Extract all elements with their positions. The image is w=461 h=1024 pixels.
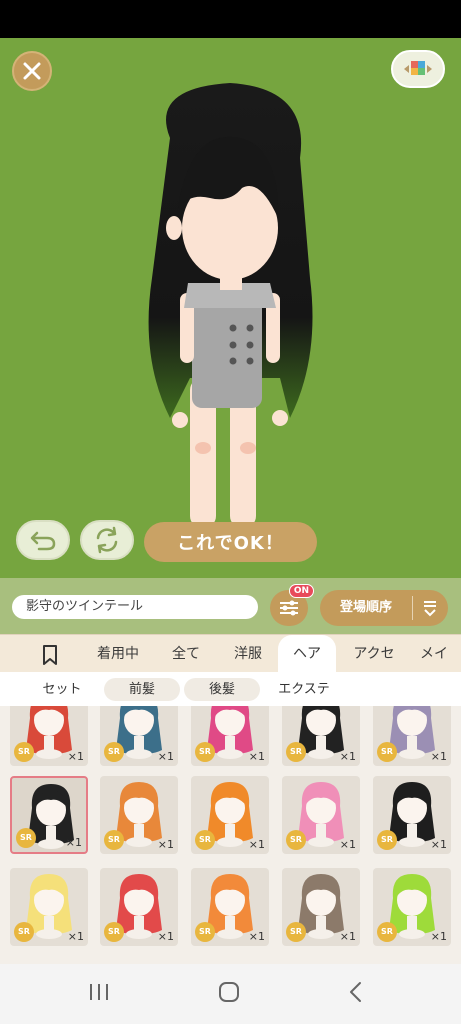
- item-quantity: ×1: [430, 838, 447, 851]
- hair-item-cell[interactable]: SR ×1: [10, 868, 88, 946]
- filter-on-badge: ON: [288, 584, 314, 598]
- avatar-character: [148, 83, 313, 551]
- rarity-badge: SR: [104, 830, 124, 850]
- subtab-set[interactable]: セット: [24, 678, 100, 701]
- system-nav-bar: [0, 964, 461, 1024]
- palette-view-icon: [404, 61, 432, 75]
- hair-item-cell[interactable]: SR ×1: [282, 776, 360, 854]
- close-button[interactable]: [12, 51, 52, 91]
- recents-icon[interactable]: [88, 980, 110, 1004]
- item-name-field: 影守のツインテール: [12, 595, 258, 619]
- item-quantity: ×1: [157, 930, 174, 943]
- rarity-badge: SR: [104, 922, 124, 942]
- view-toggle-button[interactable]: [391, 50, 445, 88]
- sort-label: 登場順序: [340, 600, 393, 615]
- tab-accessory[interactable]: アクセ: [344, 635, 404, 673]
- rarity-badge: SR: [377, 922, 397, 942]
- confirm-ok-button[interactable]: これでOK！: [144, 522, 317, 562]
- item-quantity: ×1: [248, 750, 265, 763]
- hair-item-cell[interactable]: SR ×1: [373, 776, 451, 854]
- item-quantity: ×1: [339, 750, 356, 763]
- hair-item-cell[interactable]: SR ×1: [10, 776, 88, 854]
- item-quantity: ×1: [430, 930, 447, 943]
- hair-item-cell[interactable]: SR ×1: [191, 868, 269, 946]
- item-quantity: ×1: [65, 836, 82, 849]
- back-icon[interactable]: [346, 980, 366, 1004]
- home-icon[interactable]: [217, 980, 241, 1004]
- sort-icon[interactable]: [420, 598, 440, 618]
- sort-divider: [412, 596, 413, 620]
- item-quantity: ×1: [67, 930, 84, 943]
- category-tabs: 着用中 全て 洋服 ヘア アクセ メイク: [0, 634, 461, 673]
- filter-sliders-icon: [280, 600, 298, 616]
- subtab-extension[interactable]: エクステ: [266, 678, 342, 701]
- tab-clothes[interactable]: 洋服: [222, 635, 274, 673]
- rarity-badge: SR: [195, 830, 215, 850]
- sort-order-button[interactable]: 登場順序: [320, 590, 448, 626]
- item-quantity: ×1: [248, 838, 265, 851]
- filter-button[interactable]: ON: [270, 584, 314, 626]
- rarity-badge: SR: [195, 742, 215, 762]
- item-quantity: ×1: [339, 930, 356, 943]
- undo-button[interactable]: [16, 520, 70, 560]
- avatar-stage: これでOK！: [0, 38, 461, 578]
- hair-item-cell[interactable]: SR ×1: [100, 706, 178, 766]
- rarity-badge: SR: [377, 830, 397, 850]
- item-quantity: ×1: [430, 750, 447, 763]
- tab-wearing[interactable]: 着用中: [88, 635, 148, 673]
- rarity-badge: SR: [195, 922, 215, 942]
- hair-item-cell[interactable]: SR ×1: [373, 706, 451, 766]
- hair-item-cell[interactable]: SR ×1: [191, 706, 269, 766]
- status-bar: [0, 0, 461, 38]
- item-quantity: ×1: [157, 838, 174, 851]
- rarity-badge: SR: [286, 922, 306, 942]
- item-quantity: ×1: [339, 838, 356, 851]
- hair-item-cell[interactable]: SR ×1: [191, 776, 269, 854]
- hair-item-cell[interactable]: SR ×1: [282, 706, 360, 766]
- close-icon: [23, 62, 41, 80]
- undo-icon: [30, 531, 56, 551]
- tab-makeup[interactable]: メイク: [420, 635, 461, 673]
- tab-hair[interactable]: ヘア: [278, 635, 336, 673]
- item-quantity: ×1: [67, 750, 84, 763]
- shuffle-icon: [96, 526, 118, 554]
- filter-bar: 影守のツインテール ON 登場順序: [0, 578, 461, 634]
- app-root: これでOK！ 影守のツインテール ON 登場順序 着用中 全て 洋服 ヘア アク…: [0, 0, 461, 1024]
- rarity-badge: SR: [286, 742, 306, 762]
- rarity-badge: SR: [104, 742, 124, 762]
- hair-item-cell[interactable]: SR ×1: [282, 868, 360, 946]
- rarity-badge: SR: [286, 830, 306, 850]
- hair-item-cell[interactable]: SR ×1: [10, 706, 88, 766]
- item-quantity: ×1: [248, 930, 265, 943]
- rarity-badge: SR: [14, 742, 34, 762]
- rarity-badge: SR: [377, 742, 397, 762]
- hair-item-cell[interactable]: SR ×1: [100, 868, 178, 946]
- hair-subtabs: セット 前髪 後髪 エクステ: [0, 672, 461, 706]
- tab-all[interactable]: 全て: [160, 635, 212, 673]
- rarity-badge: SR: [16, 828, 36, 848]
- subtab-back-hair[interactable]: 後髪: [184, 678, 260, 701]
- bookmark-icon[interactable]: [40, 644, 60, 666]
- hair-item-cell[interactable]: SR ×1: [100, 776, 178, 854]
- shuffle-button[interactable]: [80, 520, 134, 560]
- rarity-badge: SR: [14, 922, 34, 942]
- subtab-front-hair[interactable]: 前髪: [104, 678, 180, 701]
- item-grid: SR ×1 SR ×1 SR ×1 SR ×1 SR ×1 SR ×1 SR ×1 SR ×1 SR ×1 SR ×1…: [0, 706, 461, 964]
- hair-item-cell[interactable]: SR ×1: [373, 868, 451, 946]
- item-quantity: ×1: [157, 750, 174, 763]
